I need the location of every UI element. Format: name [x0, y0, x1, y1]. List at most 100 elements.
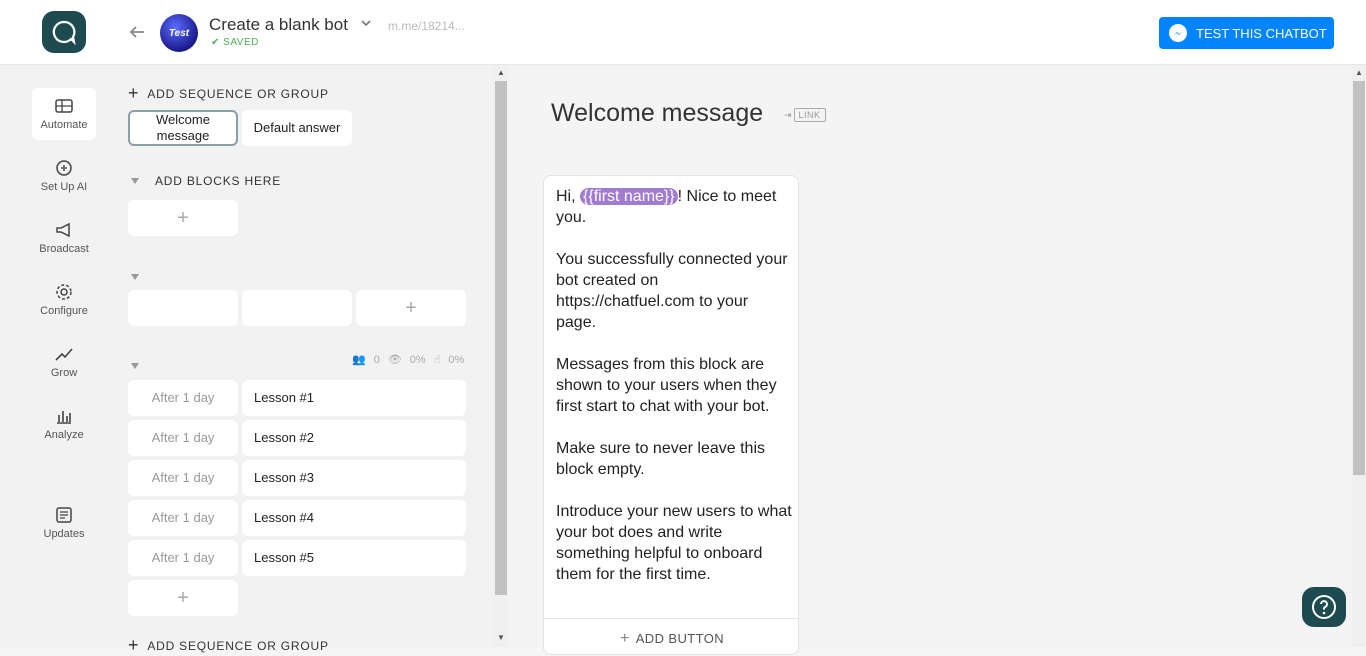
sequence-delay-3[interactable]: After 1 day [128, 460, 238, 496]
ai-brain-icon [56, 160, 72, 176]
blocks-panel: + ADD SEQUENCE OR GROUP Welcome message … [128, 65, 494, 655]
sequence-lesson-3[interactable]: Lesson #3 [242, 460, 466, 496]
add-blocks-header[interactable]: ADD BLOCKS HERE [131, 174, 281, 188]
nav-item-configure[interactable]: Configure [32, 274, 96, 326]
add-button-label: ADD BUTTON [635, 631, 724, 646]
group-block-1[interactable] [128, 290, 238, 326]
link-arrow-icon: ⇥ [784, 109, 792, 120]
bot-title[interactable]: Create a blank bot [209, 15, 348, 35]
nav-label-configure: Configure [40, 305, 88, 317]
sequence-delay-4[interactable]: After 1 day [128, 500, 238, 536]
add-sequence-top[interactable]: + ADD SEQUENCE OR GROUP [128, 83, 329, 104]
message-body: You successfully connected your bot crea… [556, 251, 792, 583]
bot-avatar-text: Test [168, 27, 190, 39]
text-card-content[interactable]: Hi, {{first name}}! Nice to meet you. Yo… [556, 186, 792, 585]
nav-item-grow[interactable]: Grow [32, 336, 96, 388]
plus-icon: + [128, 83, 140, 103]
top-bar: Test Create a blank bot ✔ SAVED m.me/182… [0, 0, 1366, 65]
question-mark-icon [1312, 595, 1336, 619]
block-default-label: Default answer [253, 120, 341, 135]
plus-icon: + [128, 635, 140, 655]
nav-item-broadcast[interactable]: Broadcast [32, 212, 96, 264]
growth-chart-icon [55, 348, 73, 361]
block-default-answer[interactable]: Default answer [242, 110, 352, 146]
scroll-up-icon[interactable]: ▲ [1355, 68, 1363, 77]
link-label: LINK [793, 108, 826, 122]
add-group-block-button[interactable]: + [356, 290, 466, 326]
scroll-up-icon[interactable]: ▲ [497, 68, 505, 77]
nav-item-updates[interactable]: Updates [32, 497, 96, 549]
sequence-lesson-2[interactable]: Lesson #2 [242, 420, 466, 456]
plus-icon: + [619, 629, 630, 647]
collapse-arrow-icon [131, 274, 139, 280]
text-card: Hi, {{first name}}! Nice to meet you. Yo… [543, 175, 799, 655]
collapse-arrow-icon [131, 363, 139, 369]
add-sequence-label: ADD SEQUENCE OR GROUP [147, 86, 329, 101]
nav-label-broadcast: Broadcast [39, 243, 89, 255]
help-button[interactable] [1302, 587, 1346, 627]
automate-icon [55, 99, 73, 113]
sequence-delay-5[interactable]: After 1 day [128, 540, 238, 576]
click-icon: ☝ [433, 354, 441, 366]
users-icon: 👥 [352, 354, 366, 366]
nav-label-analyze: Analyze [44, 429, 84, 441]
back-arrow-icon[interactable] [127, 22, 149, 44]
nav-item-setup-ai[interactable]: Set Up AI [32, 150, 96, 202]
bot-link[interactable]: m.me/18214... [388, 19, 465, 33]
bar-chart-icon [57, 411, 71, 424]
chatfuel-logo-icon[interactable] [42, 11, 86, 53]
add-block-button[interactable]: + [128, 200, 238, 236]
updates-icon [56, 507, 72, 523]
stat-clicked: 0% [448, 353, 465, 366]
plus-icon: + [177, 587, 189, 609]
group-toggle[interactable] [131, 267, 139, 285]
nav-label-updates: Updates [43, 528, 85, 540]
scrollbar-thumb[interactable] [1353, 81, 1365, 475]
block-editor: Welcome message ⇥ LINK Hi, {{first name}… [508, 65, 1352, 655]
nav-item-automate[interactable]: Automate [32, 88, 96, 140]
sequence-lesson-1[interactable]: Lesson #1 [242, 380, 466, 416]
chevron-down-icon[interactable] [359, 16, 373, 30]
nav-item-analyze[interactable]: Analyze [32, 398, 96, 450]
sequence-toggle[interactable] [131, 356, 139, 374]
block-welcome-message[interactable]: Welcome message [128, 110, 238, 146]
nav-label-grow: Grow [50, 367, 78, 379]
test-chatbot-button[interactable]: TEST THIS CHATBOT [1159, 17, 1334, 49]
test-chatbot-label: TEST THIS CHATBOT [1196, 25, 1327, 41]
add-button[interactable]: + ADD BUTTON [544, 618, 798, 654]
editor-title[interactable]: Welcome message [551, 99, 763, 128]
scrollbar-thumb[interactable] [495, 81, 507, 595]
sequence-lesson-4[interactable]: Lesson #4 [242, 500, 466, 536]
stat-users: 0 [373, 353, 380, 366]
first-name-variable[interactable]: {{first name}} [580, 188, 678, 205]
plus-icon: + [405, 297, 417, 319]
group-block-2[interactable] [242, 290, 352, 326]
megaphone-icon [56, 222, 70, 238]
block-welcome-label: Welcome message [156, 112, 210, 143]
scroll-down-icon[interactable]: ▼ [497, 633, 505, 642]
blocks-scrollbar[interactable]: ▲ ▼ [494, 65, 508, 647]
greeting-prefix: Hi, [556, 188, 580, 205]
bot-avatar[interactable]: Test [160, 14, 198, 52]
saved-label: SAVED [223, 37, 259, 48]
editor-scrollbar[interactable]: ▲ [1352, 65, 1366, 647]
collapse-arrow-icon [131, 178, 139, 184]
left-nav: Automate Set Up AI Broadcast Configure G… [0, 65, 128, 647]
eye-icon: 👁 [387, 354, 402, 366]
add-sequence-block-button[interactable]: + [128, 580, 238, 616]
plus-icon: + [177, 207, 189, 229]
saved-status: ✔ SAVED [211, 37, 259, 48]
add-sequence-bottom[interactable]: + ADD SEQUENCE OR GROUP [128, 635, 329, 656]
link-badge[interactable]: ⇥ LINK [784, 108, 826, 122]
nav-label-automate: Automate [40, 119, 88, 131]
sequence-delay-1[interactable]: After 1 day [128, 380, 238, 416]
stat-seen: 0% [409, 353, 426, 366]
gear-icon [56, 284, 72, 300]
sequence-delay-2[interactable]: After 1 day [128, 420, 238, 456]
add-blocks-label: ADD BLOCKS HERE [155, 174, 282, 188]
sequence-lesson-5[interactable]: Lesson #5 [242, 540, 466, 576]
add-sequence-bottom-label: ADD SEQUENCE OR GROUP [147, 638, 329, 653]
nav-label-setup-ai: Set Up AI [40, 181, 88, 193]
sequence-stats: 👥 0 👁 0% ☝ 0% [352, 353, 465, 367]
messenger-icon [1169, 24, 1187, 42]
